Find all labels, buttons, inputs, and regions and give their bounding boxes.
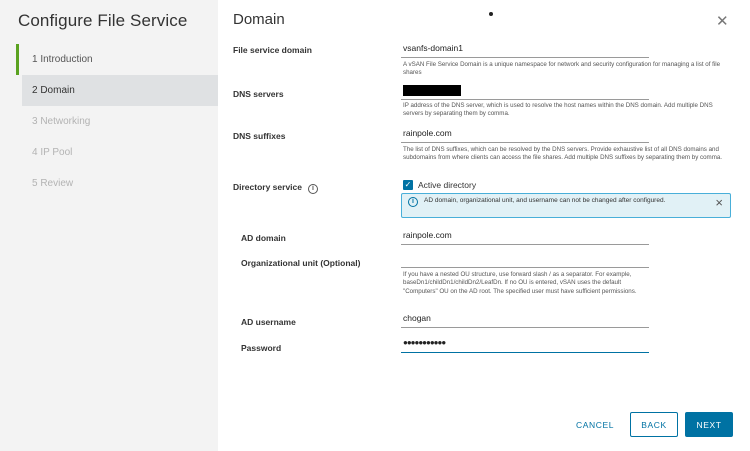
step-domain[interactable]: 2 Domain: [22, 75, 218, 106]
next-button[interactable]: NEXT: [685, 412, 733, 437]
step-ip-pool: 4 IP Pool: [32, 147, 73, 158]
step-networking: 3 Networking: [32, 116, 91, 127]
file-service-domain-input[interactable]: vsanfs-domain1: [401, 40, 649, 58]
alert-info-icon: i: [408, 197, 418, 207]
ad-username-label: AD username: [241, 317, 296, 327]
password-input[interactable]: ●●●●●●●●●●●: [401, 335, 649, 353]
password-label: Password: [241, 343, 282, 353]
dns-servers-input[interactable]: [401, 82, 649, 100]
wizard-title: Configure File Service: [18, 11, 188, 30]
wizard-sidebar: Configure File Service 1 Introduction 2 …: [0, 0, 218, 451]
close-icon[interactable]: ✕: [716, 14, 729, 29]
directory-service-label: Directory service: [233, 182, 302, 192]
info-alert: i AD domain, organizational unit, and us…: [401, 193, 731, 218]
back-button[interactable]: BACK: [630, 412, 678, 437]
directory-service-label-row: Directory service i: [233, 182, 318, 194]
page-title: Domain: [233, 11, 285, 28]
dns-suffixes-input[interactable]: rainpole.com: [401, 125, 649, 143]
organizational-unit-label: Organizational unit (Optional): [241, 258, 361, 268]
dns-suffixes-help: The list of DNS suffixes, which can be r…: [403, 146, 723, 162]
redacted-value: [403, 85, 461, 97]
dns-servers-help: IP address of the DNS server, which is u…: [403, 102, 713, 118]
organizational-unit-help: If you have a nested OU structure, use f…: [403, 271, 637, 295]
organizational-unit-input[interactable]: [401, 250, 649, 268]
file-service-domain-help: A vSAN File Service Domain is a unique n…: [403, 61, 721, 77]
active-directory-label[interactable]: Active directory: [418, 180, 476, 190]
ad-username-input[interactable]: chogan: [401, 310, 649, 328]
active-directory-checkbox[interactable]: ✓: [403, 180, 413, 190]
alert-text: AD domain, organizational unit, and user…: [424, 197, 666, 204]
alert-close-icon[interactable]: ×: [715, 195, 723, 210]
mouse-pointer: [489, 12, 493, 16]
cancel-button[interactable]: CANCEL: [569, 412, 621, 437]
step-introduction[interactable]: 1 Introduction: [16, 44, 218, 75]
step-review: 5 Review: [32, 178, 74, 189]
dns-suffixes-label: DNS suffixes: [233, 131, 286, 141]
info-icon[interactable]: i: [308, 184, 318, 194]
wizard-steps: 1 Introduction 2 Domain 3 Networking 4 I…: [16, 44, 218, 199]
file-service-domain-label: File service domain: [233, 45, 312, 55]
ad-domain-input[interactable]: rainpole.com: [401, 227, 649, 245]
ad-domain-label: AD domain: [241, 233, 286, 243]
dns-servers-label: DNS servers: [233, 89, 284, 99]
